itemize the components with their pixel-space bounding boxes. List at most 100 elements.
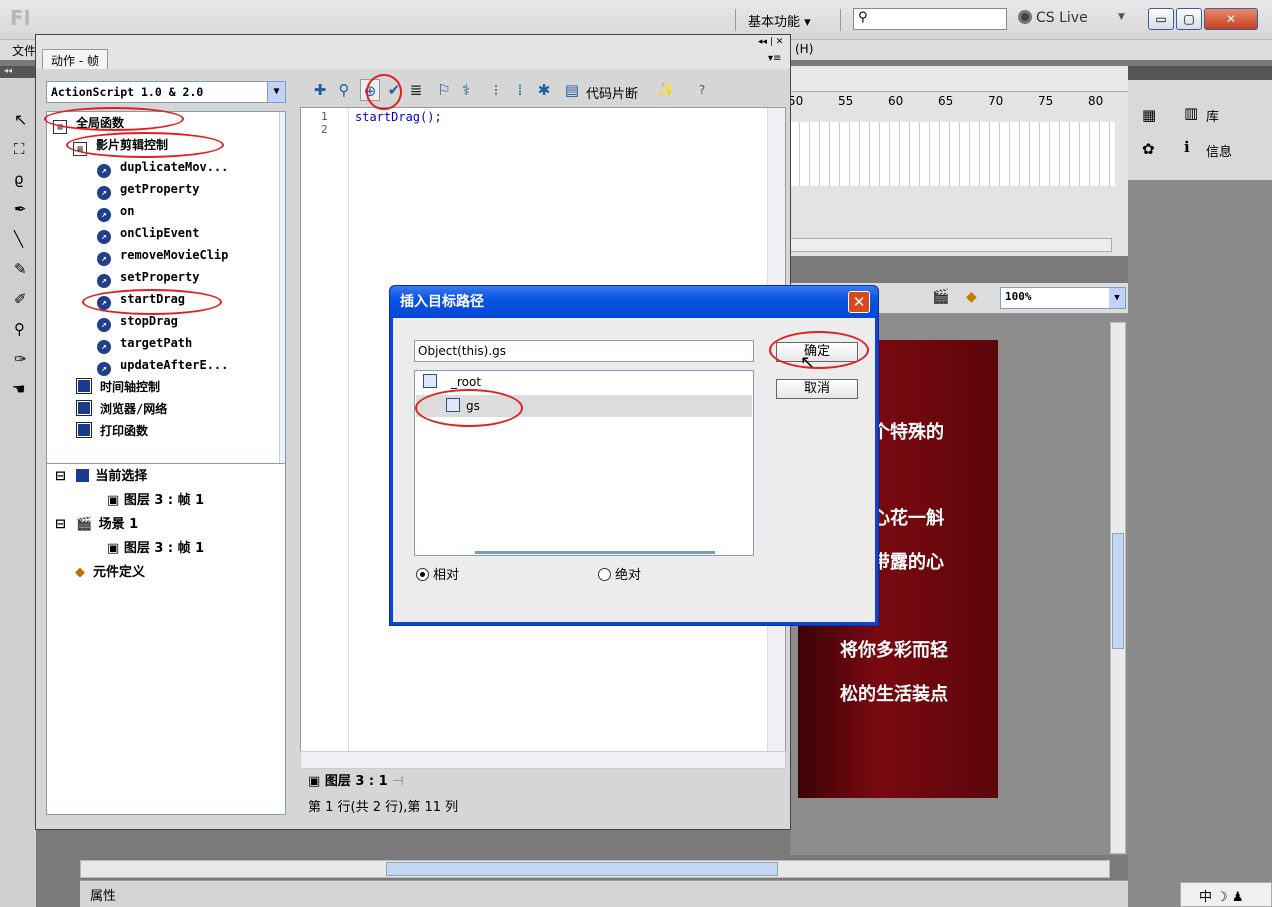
- edit-scene-icon[interactable]: 🎬: [932, 289, 949, 305]
- pen-tool-icon[interactable]: ✒: [14, 200, 27, 218]
- info-label[interactable]: 信息: [1206, 141, 1232, 160]
- cslive-dropdown-icon[interactable]: ▼: [1118, 12, 1125, 22]
- hand-tool-icon[interactable]: ☚: [12, 380, 25, 398]
- divider: [840, 9, 841, 31]
- color-icon[interactable]: ✿: [1142, 140, 1155, 158]
- nav-layer-frame[interactable]: ▣ 图层 3 : 帧 1: [107, 490, 204, 512]
- align-icon[interactable]: ▦: [1142, 106, 1156, 124]
- tree-item-function[interactable]: ↗ duplicateMov...: [97, 156, 228, 178]
- lasso-tool-icon[interactable]: ϱ: [14, 170, 24, 188]
- panel-collapse-icon[interactable]: ◂◂ | ✕: [758, 37, 783, 47]
- code-snippets-label[interactable]: 代码片断: [586, 83, 638, 102]
- function-icon: ↗: [97, 230, 111, 244]
- line-tool-icon[interactable]: ╲: [14, 230, 23, 248]
- dialog-close-button[interactable]: ✕: [848, 291, 870, 313]
- library-icon[interactable]: ▥: [1184, 104, 1198, 122]
- target-path-input[interactable]: Object(this).gs: [414, 340, 754, 362]
- code-snippets-icon[interactable]: ▤: [562, 79, 582, 101]
- line-numbers: 1 2: [301, 108, 349, 766]
- annotation-oval: [415, 389, 523, 427]
- tree-item-function[interactable]: ↗ onClipEvent: [97, 222, 199, 244]
- function-icon: ↗: [97, 362, 111, 376]
- zoom-select[interactable]: 100% ▼: [1000, 287, 1126, 309]
- selection-icon: [76, 469, 90, 482]
- tick-label: 60: [888, 94, 904, 108]
- book-closed-icon: [76, 422, 92, 438]
- properties-panel-header[interactable]: 属性: [80, 880, 1128, 907]
- timeline-hscroll[interactable]: [790, 238, 1112, 252]
- tree-item-function[interactable]: ↗ removeMovieClip: [97, 244, 228, 266]
- nav-scene[interactable]: ⊟ 🎬 场景 1: [55, 514, 138, 536]
- workspace-switcher[interactable]: 基本功能 ▾: [748, 11, 811, 30]
- close-window-button[interactable]: ✕: [1204, 8, 1258, 30]
- timeline-ruler: [790, 66, 1128, 92]
- transform-tool-icon[interactable]: ⛶: [14, 140, 25, 158]
- divider: [735, 9, 736, 31]
- edit-symbol-icon[interactable]: ◆: [966, 289, 977, 305]
- cslive-button[interactable]: CS Live: [1018, 10, 1088, 26]
- scroll-thumb[interactable]: [1112, 533, 1124, 649]
- function-icon: ↗: [97, 208, 111, 222]
- menu-file[interactable]: 文件: [12, 42, 36, 59]
- tab-actions-frame[interactable]: 动作 - 帧: [42, 49, 108, 69]
- script-assist-icon[interactable]: ✨: [656, 79, 676, 101]
- tree-item-function[interactable]: ↗ getProperty: [97, 178, 199, 200]
- tick-label: 80: [1088, 94, 1104, 108]
- nav-symbol-definitions[interactable]: ◆ 元件定义: [75, 562, 145, 584]
- collapse-selection-icon[interactable]: ⁞: [510, 79, 530, 101]
- debug-options-icon[interactable]: ⚕: [456, 79, 476, 101]
- info-icon[interactable]: ℹ: [1184, 138, 1190, 156]
- help-icon[interactable]: ?: [692, 79, 712, 101]
- nav-current-selection[interactable]: ⊟ 当前选择: [55, 466, 147, 488]
- code-line[interactable]: startDrag();: [355, 110, 442, 124]
- function-icon: ↗: [97, 318, 111, 332]
- chevron-down-icon: ▼: [267, 82, 285, 102]
- collapse-icon[interactable]: ◂◂: [0, 66, 36, 78]
- frame-grid[interactable]: [790, 122, 1115, 186]
- scroll-thumb[interactable]: [386, 862, 778, 876]
- absolute-radio[interactable]: 绝对: [598, 564, 641, 583]
- menu-help[interactable]: (H): [795, 42, 813, 56]
- add-item-icon[interactable]: ✚: [310, 79, 330, 101]
- editor-hscroll[interactable]: [300, 751, 786, 769]
- tree-hscroll[interactable]: [475, 551, 715, 554]
- language-select[interactable]: ActionScript 1.0 & 2.0 ▼: [46, 81, 286, 103]
- selection-tool-icon[interactable]: ↖: [14, 110, 27, 129]
- cancel-button[interactable]: 取消: [776, 379, 858, 399]
- cslive-icon: [1018, 10, 1032, 24]
- brush-tool-icon[interactable]: ✐: [14, 290, 27, 308]
- panel-menu-icon[interactable]: ▾≡: [768, 53, 781, 64]
- tree-item-function[interactable]: ↗ on: [97, 200, 134, 222]
- radio-unselected-icon: [598, 568, 611, 581]
- pin-icon[interactable]: ⊣: [392, 774, 403, 789]
- tree-item-function[interactable]: ↗ targetPath: [97, 332, 192, 354]
- relative-radio[interactable]: 相对: [416, 564, 459, 583]
- eyedropper-tool-icon[interactable]: ✑: [14, 350, 27, 368]
- tree-item-browser-network[interactable]: 浏览器/网络: [76, 398, 167, 420]
- tree-item-timeline-control[interactable]: 时间轴控制: [76, 376, 160, 398]
- tree-item-function[interactable]: ↗ updateAfterE...: [97, 354, 228, 376]
- maximize-button[interactable]: ▢: [1176, 8, 1202, 30]
- artboard-text-line: 带露的心: [872, 552, 944, 573]
- library-label[interactable]: 库: [1206, 106, 1219, 125]
- code-hint-icon[interactable]: ⚐: [434, 79, 454, 101]
- flash-logo: Fl: [10, 6, 31, 30]
- tree-item-function[interactable]: ↗ setProperty: [97, 266, 199, 288]
- ime-indicator[interactable]: 中 ☽ ♟: [1180, 882, 1272, 907]
- bone-tool-icon[interactable]: ⚲: [14, 320, 25, 338]
- pencil-tool-icon[interactable]: ✎: [14, 260, 27, 278]
- find-icon[interactable]: ⚲: [334, 79, 354, 101]
- expand-all-icon[interactable]: ✱: [534, 79, 554, 101]
- stage-vscroll[interactable]: [1110, 322, 1126, 854]
- minimize-button[interactable]: ▭: [1148, 8, 1174, 30]
- help-search-input[interactable]: ⚲: [853, 8, 1007, 30]
- tree-item-print-functions[interactable]: 打印函数: [76, 420, 148, 442]
- layer-script-tab[interactable]: ▣ 图层 3 : 1 ⊣: [308, 771, 404, 793]
- collapse-between-braces-icon[interactable]: ⁝: [486, 79, 506, 101]
- toolbox-scrollbar[interactable]: [279, 112, 285, 482]
- stage-hscroll[interactable]: [80, 860, 1110, 878]
- movieclip-icon: [423, 374, 437, 388]
- nav-layer-frame[interactable]: ▣ 图层 3 : 帧 1: [107, 538, 204, 560]
- function-icon: ↗: [97, 252, 111, 266]
- auto-format-icon[interactable]: ≣: [406, 79, 426, 101]
